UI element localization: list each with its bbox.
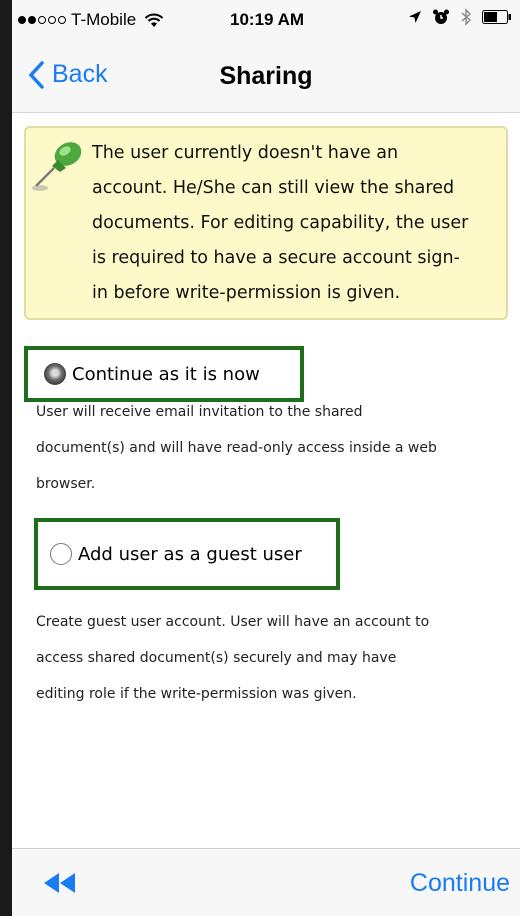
notice-line: The user currently doesn't have an <box>92 143 399 163</box>
signal-dot <box>28 16 36 24</box>
status-icons <box>408 8 512 26</box>
wifi-icon <box>144 13 164 27</box>
notice-line: is required to have a secure account sig… <box>92 248 460 268</box>
pushpin-icon <box>32 142 82 191</box>
notice-line: in before write-permission is given. <box>92 283 401 303</box>
page-title: Sharing <box>219 62 313 90</box>
option-description-continue: User will receive email invitation to th… <box>36 394 512 502</box>
carrier-signal: T-Mobile <box>18 10 164 30</box>
bottom-toolbar: Continue <box>12 848 520 916</box>
option-add-guest-user[interactable]: Add user as a guest user <box>34 518 340 590</box>
phone-screen: T-Mobile 10:19 AM Back Sharing The user … <box>12 0 520 916</box>
battery-icon <box>482 10 511 24</box>
description-line: browser. <box>36 476 96 492</box>
alarm-clock-icon <box>433 9 449 24</box>
option-description-guest: Create guest user account. User will hav… <box>36 604 512 712</box>
description-line: access shared document(s) securely and m… <box>36 650 397 666</box>
info-notice: The user currently doesn't have an accou… <box>24 126 508 320</box>
option-continue-as-is[interactable]: Continue as it is now <box>24 346 304 402</box>
rewind-icon[interactable] <box>42 871 78 895</box>
status-bar: T-Mobile 10:19 AM <box>12 0 520 40</box>
notice-text: The user currently doesn't have an accou… <box>92 136 500 311</box>
bluetooth-icon <box>461 8 472 26</box>
description-line: editing role if the write-permission was… <box>36 686 357 702</box>
signal-dot <box>48 16 56 24</box>
location-arrow-icon <box>409 11 421 23</box>
continue-button[interactable]: Continue <box>410 869 510 898</box>
description-line: Create guest user account. User will hav… <box>36 614 430 630</box>
signal-dot <box>18 16 26 24</box>
carrier-name: T-Mobile <box>71 10 137 29</box>
notice-line: account. He/She can still view the share… <box>92 178 455 198</box>
signal-dot <box>58 16 66 24</box>
option-label: Add user as a guest user <box>78 543 302 565</box>
radio-button-unselected[interactable] <box>50 543 72 565</box>
navigation-bar: Back Sharing <box>12 40 520 113</box>
radio-button-selected[interactable] <box>44 363 66 385</box>
description-line: document(s) and will have read-only acce… <box>36 440 437 456</box>
option-label: Continue as it is now <box>72 363 260 385</box>
signal-dot <box>38 16 46 24</box>
clock: 10:19 AM <box>230 10 305 29</box>
notice-line: documents. For editing capability, the u… <box>92 213 469 233</box>
